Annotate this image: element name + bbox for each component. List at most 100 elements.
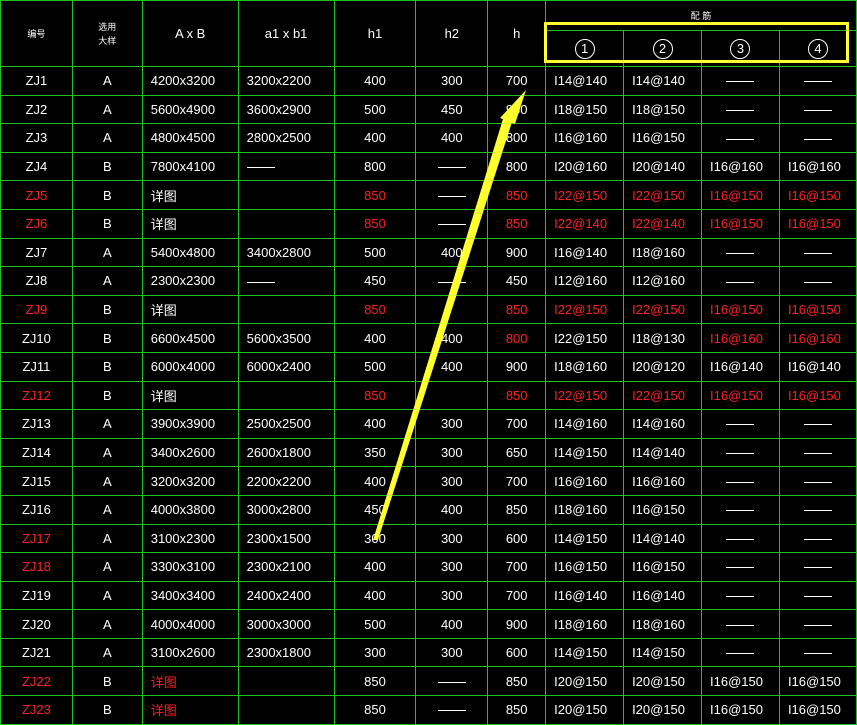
table-row: ZJ21 A 3100x2600 2300x1800 300 300 600 I14@150 I… xyxy=(0,637,857,668)
cell-h1: 400 xyxy=(333,323,417,353)
table-row: ZJ13 A 3900x3900 2500x2500 400 300 700 I14@160 I… xyxy=(0,409,857,439)
dash-mark xyxy=(803,424,832,426)
cell-style: A xyxy=(71,66,143,96)
cell-r2: I20@120 xyxy=(623,351,702,382)
cell-h2 xyxy=(415,208,489,239)
dash-mark xyxy=(803,281,832,283)
cell-style: B xyxy=(71,351,143,382)
cell-style: A xyxy=(71,523,143,554)
cell-h2: 300 xyxy=(415,437,489,468)
cell-style: A xyxy=(71,437,143,468)
cell-r1: I12@160 xyxy=(545,266,625,296)
cell-h1: 300 xyxy=(333,637,417,668)
cell-r2: I18@130 xyxy=(623,323,702,353)
cell-id: ZJ18 xyxy=(0,552,73,582)
cell-h: 800 xyxy=(487,151,547,182)
cell-id: ZJ12 xyxy=(0,380,73,411)
cell-h: 600 xyxy=(487,637,547,668)
cell-ab: 2300x2300 xyxy=(141,266,239,296)
cell-a1b1: 2600x1800 xyxy=(237,437,335,468)
cell-h1: 500 xyxy=(333,237,417,268)
cell-id: ZJ17 xyxy=(0,523,73,554)
cell-ab: 3300x3100 xyxy=(141,552,239,582)
cell-h2: 300 xyxy=(415,580,489,611)
cell-style: B xyxy=(71,208,143,239)
cell-r4: I16@150 xyxy=(778,695,857,725)
dash-mark xyxy=(246,281,275,283)
cell-r2: I18@160 xyxy=(623,609,702,639)
cell-h1: 450 xyxy=(333,494,417,525)
cell-r3: I16@150 xyxy=(701,208,780,239)
dash-mark xyxy=(803,138,832,140)
cell-id: ZJ3 xyxy=(0,123,73,153)
cell-style: A xyxy=(71,237,143,268)
cell-ab: 3400x2600 xyxy=(141,437,239,468)
cell-r4: I16@160 xyxy=(778,323,857,353)
cell-style: A xyxy=(71,266,143,296)
header-style-line2: 大样 xyxy=(98,35,117,46)
cell-a1b1: 3000x2800 xyxy=(237,494,335,525)
header-col2: 2 xyxy=(623,30,702,67)
cell-ab: 3100x2600 xyxy=(141,637,239,668)
header-rebar: 配 筋 xyxy=(545,0,857,31)
cell-h1: 450 xyxy=(333,266,417,296)
cell-r2: I22@150 xyxy=(623,180,702,210)
cell-h: 900 xyxy=(487,609,547,639)
table-row: ZJ9 B 详图 850 850 I22@150 I22@150 I16@150 I16@150 xyxy=(0,294,857,325)
cell-h2: 400 xyxy=(415,351,489,382)
dash-mark xyxy=(803,252,832,254)
table-row: ZJ1 A 4200x3200 3200x2200 400 300 700 I14@140 I1… xyxy=(0,66,857,96)
table-row: ZJ17 A 3100x2300 2300x1500 300 300 600 I14@150 I… xyxy=(0,523,857,554)
cell-r2: I16@140 xyxy=(623,580,702,611)
cell-r2: I16@150 xyxy=(623,494,702,525)
cell-id: ZJ22 xyxy=(0,666,73,697)
cell-a1b1 xyxy=(237,666,335,697)
header-h2: h2 xyxy=(415,0,489,67)
cell-r4 xyxy=(778,123,857,153)
cell-r4 xyxy=(778,494,857,525)
cell-style: B xyxy=(71,380,143,411)
header-style-line1: 选用 xyxy=(98,21,117,32)
table-row: ZJ5 B 详图 850 850 I22@150 I22@150 I16@150 I16@150 xyxy=(0,180,857,210)
cell-r2: I22@140 xyxy=(623,208,702,239)
circled-number-4: 4 xyxy=(807,38,828,59)
cell-r3 xyxy=(701,237,780,268)
cell-r3: I16@160 xyxy=(701,151,780,182)
header-col1: 1 xyxy=(545,30,625,67)
table-row: ZJ23 B 详图 850 850 I20@150 I20@150 I16@150 I16@15… xyxy=(0,695,857,725)
cell-r3: I16@150 xyxy=(701,380,780,411)
circled-number-1: 1 xyxy=(574,38,595,59)
cell-r4: I16@150 xyxy=(778,666,857,697)
cell-h: 700 xyxy=(487,466,547,496)
cell-h2: 300 xyxy=(415,523,489,554)
cell-h1: 500 xyxy=(333,94,417,125)
cell-style: A xyxy=(71,409,143,439)
cell-a1b1: 2400x2400 xyxy=(237,580,335,611)
cell-id: ZJ5 xyxy=(0,180,73,210)
cell-ab: 详图 xyxy=(141,208,239,239)
cell-id: ZJ1 xyxy=(0,66,73,96)
header-id: 编号 xyxy=(0,0,73,67)
dash-mark xyxy=(803,453,832,455)
cell-h2 xyxy=(415,380,489,411)
cell-style: B xyxy=(71,695,143,725)
table-row: ZJ11 B 6000x4000 6000x2400 500 400 900 I18@160 I… xyxy=(0,351,857,382)
cell-r1: I16@150 xyxy=(545,552,625,582)
dash-mark xyxy=(726,624,755,626)
cell-r4 xyxy=(778,409,857,439)
cell-id: ZJ9 xyxy=(0,294,73,325)
cell-a1b1: 3600x2900 xyxy=(237,94,335,125)
cell-h: 600 xyxy=(487,523,547,554)
cell-a1b1 xyxy=(237,151,335,182)
cell-h2 xyxy=(415,666,489,697)
cell-r1: I22@140 xyxy=(545,208,625,239)
cell-style: A xyxy=(71,466,143,496)
header-col3: 3 xyxy=(701,30,780,67)
table-row: ZJ2 A 5600x4900 3600x2900 500 450 950 I18@150 I1… xyxy=(0,94,857,125)
dash-mark xyxy=(803,538,832,540)
cell-h1: 850 xyxy=(333,180,417,210)
dash-mark xyxy=(803,596,832,598)
cell-h2: 450 xyxy=(415,94,489,125)
dash-mark xyxy=(726,109,755,111)
cell-h2: 300 xyxy=(415,409,489,439)
